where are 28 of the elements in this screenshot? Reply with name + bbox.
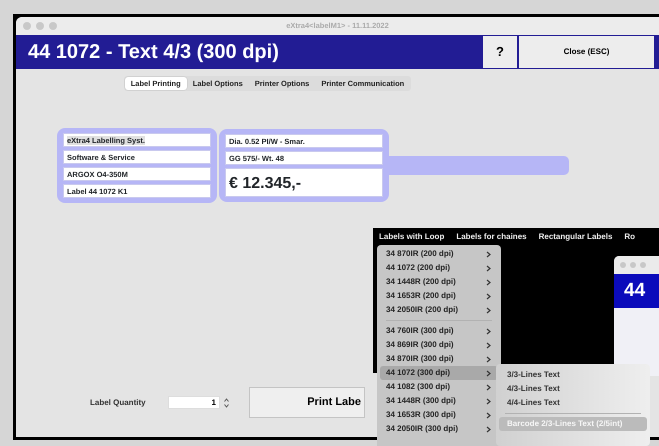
close-button[interactable]: Close (ESC): [518, 35, 655, 69]
menu-item[interactable]: 34 1448R (200 dpi): [380, 275, 498, 289]
menu-item[interactable]: 34 1653R (200 dpi): [380, 289, 498, 303]
menu-bar-item[interactable]: Ro: [624, 231, 636, 243]
menu-item[interactable]: 34 1653R (300 dpi): [380, 408, 498, 422]
menu-bar-item[interactable]: Labels for chaines: [456, 231, 527, 243]
menu-item[interactable]: 34 760IR (300 dpi): [380, 324, 498, 338]
menu-bar-item[interactable]: Labels with Loop: [379, 231, 444, 243]
submenu-item[interactable]: 4/4-Lines Text: [499, 396, 647, 410]
menu-item[interactable]: 34 869IR (300 dpi): [380, 338, 498, 352]
header-title: 44 1072 - Text 4/3 (300 dpi): [27, 40, 280, 65]
submenu-item[interactable]: 3/3-Lines Text: [499, 368, 647, 382]
help-button[interactable]: ?: [482, 35, 518, 69]
menu-item[interactable]: 34 2050IR (300 dpi): [380, 422, 498, 436]
submenu-item[interactable]: 4/3-Lines Text: [499, 382, 647, 396]
menu-item[interactable]: 44 1082 (300 dpi): [380, 380, 498, 394]
quantity-label: Label Quantity: [90, 396, 147, 408]
menu-item[interactable]: 34 2050IR (200 dpi): [380, 303, 498, 317]
menu-item[interactable]: 44 1072 (200 dpi): [380, 261, 498, 275]
menu-item[interactable]: 34 870IR (300 dpi): [380, 352, 498, 366]
menu-item[interactable]: 44 1072 (300 dpi): [380, 366, 498, 380]
stepper-icon[interactable]: [223, 396, 230, 408]
print-button[interactable]: Print Labe: [249, 387, 365, 418]
menu-item[interactable]: 34 870IR (200 dpi): [380, 247, 498, 261]
quantity-field[interactable]: 1: [168, 396, 220, 409]
menu-bar-item[interactable]: Rectangular Labels: [538, 231, 612, 243]
header-title: 44: [614, 274, 659, 308]
menu-item[interactable]: 34 1448R (300 dpi): [380, 394, 498, 408]
